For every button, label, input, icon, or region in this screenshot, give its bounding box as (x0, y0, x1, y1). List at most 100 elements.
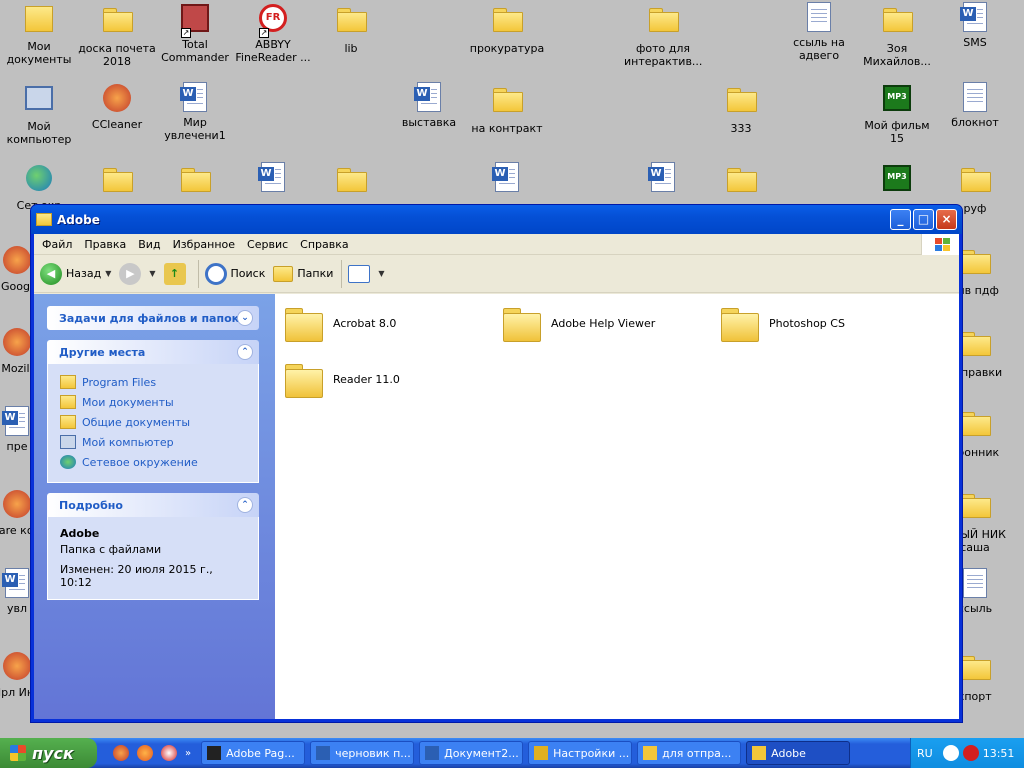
start-label: пуск (32, 743, 74, 763)
desktop-icon[interactable]: Wвыставка (390, 82, 468, 129)
taskbar-button[interactable]: для отпра... (637, 741, 742, 765)
separator (197, 259, 199, 288)
word-document-icon: W (959, 2, 991, 34)
language-indicator[interactable]: RU (917, 747, 933, 760)
desktop-icon[interactable]: Зоя Михайлов... (858, 2, 936, 68)
search-label: Поиск (230, 267, 266, 280)
desktop-icon[interactable]: W (234, 162, 312, 196)
places-panel-title: Другие места (59, 345, 146, 359)
chevron-down-icon[interactable]: ▼ (378, 269, 384, 278)
place-link[interactable]: Сетевое окружение (60, 452, 246, 472)
folder-item-label: Acrobat 8.0 (333, 316, 397, 330)
menu-view[interactable]: Вид (138, 238, 160, 251)
folder-icon (36, 213, 52, 226)
close-button[interactable]: × (936, 209, 957, 230)
folder-up-icon: ↑ (163, 262, 186, 285)
app-icon[interactable] (113, 745, 129, 761)
desktop-icon[interactable] (78, 162, 156, 202)
app-icon (643, 746, 658, 760)
maximize-button[interactable]: □ (913, 209, 934, 230)
folders-button[interactable]: Папки (273, 265, 333, 282)
place-link[interactable]: Program Files (60, 372, 246, 392)
desktop-icon[interactable]: Мои документы (0, 2, 78, 66)
desktop-icon[interactable]: 333 (702, 82, 780, 135)
collapse-chevron-icon[interactable]: ⌃ (237, 497, 253, 513)
place-link[interactable]: Мой компьютер (60, 432, 246, 452)
desktop-icon[interactable] (312, 162, 390, 202)
folder-item[interactable]: Acrobat 8.0 (285, 306, 397, 342)
folder-content: Acrobat 8.0 Adobe Help Viewer Photoshop … (275, 294, 959, 719)
folder-item[interactable]: Reader 11.0 (285, 362, 400, 398)
desktop-icon[interactable]: фото для интерактив... (624, 2, 702, 68)
tasks-panel-title: Задачи для файлов и папок (59, 311, 240, 325)
views-button[interactable]: ▼ (348, 264, 385, 283)
desktop-icon[interactable]: W Мир увлечени1 (156, 82, 234, 142)
back-button[interactable]: ◀ Назад ▼ (40, 262, 111, 285)
places-panel-header[interactable]: Другие места ⌃ (47, 340, 259, 364)
tasks-panel-header[interactable]: Задачи для файлов и папок ⌄ (47, 306, 259, 330)
taskbar-button[interactable]: Документ2... (419, 741, 524, 765)
desktop-icon[interactable]: ↗ Total Commander (156, 2, 234, 64)
desktop-icon[interactable]: ссыль на адвего (780, 2, 858, 62)
desktop-icon[interactable]: CCleaner (78, 82, 156, 131)
firefox-icon[interactable] (137, 745, 153, 761)
places-panel: Другие места ⌃ Program Files Мои документ… (47, 340, 259, 483)
desktop-icon[interactable]: MP3 (858, 162, 936, 199)
desktop-icon[interactable]: доска почета 2018 (78, 2, 156, 68)
desktop-icon[interactable] (156, 162, 234, 202)
place-link-label: Мои документы (82, 395, 174, 409)
place-link[interactable]: Мои документы (60, 392, 246, 412)
desktop-icon[interactable]: W (468, 162, 546, 196)
forward-button[interactable]: ▶ ▼ (119, 262, 156, 285)
menu-file[interactable]: Файл (42, 238, 72, 251)
title-bar[interactable]: Adobe _ □ × (31, 205, 962, 234)
folder-item[interactable]: Photoshop CS (721, 306, 845, 342)
taskbar-button[interactable]: Adobe Pag... (201, 741, 306, 765)
desktop-icon[interactable]: W SMS (936, 2, 1014, 49)
tray-app-icon[interactable] (942, 745, 959, 761)
desktop-icon[interactable]: MP3 Мой фильм 15 (858, 82, 936, 145)
desktop-icon-label: 333 (730, 122, 752, 135)
chevron-right-icon[interactable]: » (185, 748, 191, 759)
task-pane: Задачи для файлов и папок ⌄ Другие места… (34, 294, 275, 719)
menu-edit[interactable]: Правка (84, 238, 126, 251)
minimize-button[interactable]: _ (890, 209, 911, 230)
abbyy-tray-icon[interactable] (962, 745, 979, 761)
menu-tools[interactable]: Сервис (247, 238, 288, 251)
place-link[interactable]: Общие документы (60, 412, 246, 432)
menu-favorites[interactable]: Избранное (173, 238, 235, 251)
details-type: Папка с файлами (60, 543, 162, 556)
taskbar-button[interactable]: Настройки ... (528, 741, 633, 765)
folder-item[interactable]: Adobe Help Viewer (503, 306, 655, 342)
taskbar-button[interactable]: Adobe (746, 741, 851, 765)
desktop-icon[interactable] (702, 162, 780, 202)
search-button[interactable]: Поиск (204, 262, 266, 285)
details-panel-header[interactable]: Подробно ⌃ (47, 493, 259, 517)
desktop-icon[interactable]: lib (312, 2, 390, 55)
chevron-down-icon[interactable]: ▼ (149, 269, 155, 278)
taskbar-button[interactable]: черновик п... (310, 741, 415, 765)
menu-help[interactable]: Справка (300, 238, 348, 251)
expand-chevron-icon[interactable]: ⌄ (237, 310, 253, 326)
chevron-down-icon[interactable]: ▼ (105, 269, 111, 278)
place-link-label: Мой компьютер (82, 435, 174, 449)
desktop-icon[interactable]: прокуратура (468, 2, 546, 55)
opera-icon[interactable] (161, 745, 177, 761)
folder-icon (959, 168, 991, 200)
folder-icon (725, 168, 757, 200)
desktop-icon[interactable]: W (624, 162, 702, 196)
collapse-chevron-icon[interactable]: ⌃ (237, 344, 253, 360)
place-link-label: Общие документы (82, 415, 191, 429)
start-button[interactable]: пуск (0, 738, 97, 768)
desktop-icon[interactable]: на контракт (468, 82, 546, 135)
mp3-icon: MP3 (881, 165, 913, 197)
desktop-icon-label: Мой фильм 15 (864, 119, 930, 145)
desktop-icon[interactable]: блокнот (936, 82, 1014, 129)
desktop-icon[interactable]: FR ↗ ABBYY FineReader ... (234, 2, 312, 64)
desktop-icon[interactable]: Мой компьютер (0, 82, 78, 146)
clock[interactable]: 13:51 (983, 747, 1015, 760)
folder-icon (335, 168, 367, 200)
up-button[interactable]: ↑ (163, 262, 190, 285)
folder-icon (60, 375, 76, 389)
desktop-icon-label: ссыль на адвего (793, 36, 845, 62)
